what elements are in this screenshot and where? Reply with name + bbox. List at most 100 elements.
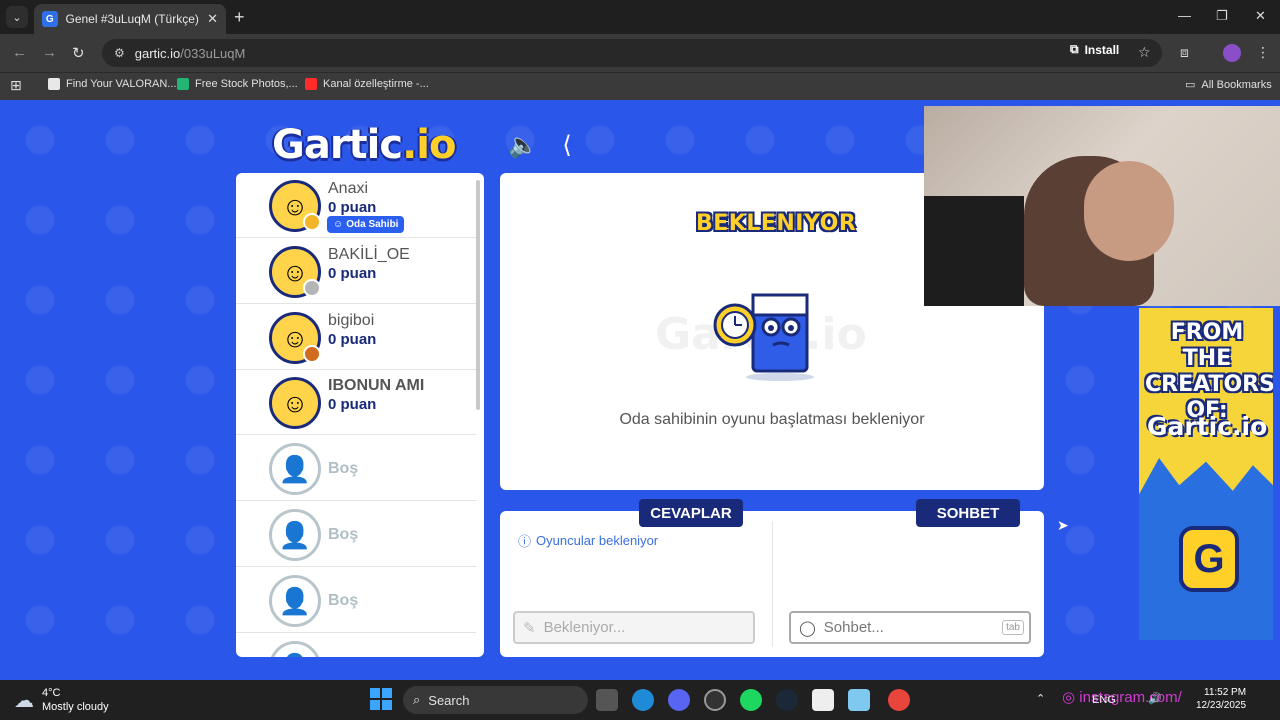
taskbar-search[interactable]: ⌕ Search	[403, 686, 588, 714]
pencil-icon: ✎	[523, 619, 536, 637]
crown-icon: ☺	[333, 219, 344, 230]
level-badge-icon	[303, 345, 321, 363]
restore-window-icon[interactable]: ❐	[1216, 8, 1228, 24]
tray-chevron-icon[interactable]: ⌃	[1036, 692, 1045, 705]
level-badge-icon	[303, 213, 321, 231]
back-arrow-icon[interactable]: ←	[12, 44, 27, 61]
empty-slot: 👤 Boş	[236, 502, 476, 567]
webcam-overlay	[924, 106, 1280, 306]
bookmark-valorant[interactable]: Find Your VALORAN...	[48, 78, 176, 90]
extensions-puzzle-icon[interactable]: ⧈	[1180, 44, 1189, 61]
bookmark-star-icon[interactable]: ☆	[1138, 44, 1151, 61]
ad-headline: FROM THE CREATORS OF:	[1145, 320, 1273, 423]
answers-info: ⓘ Oyuncular bekleniyor	[518, 533, 659, 549]
edge-icon[interactable]	[632, 689, 654, 711]
all-bookmarks[interactable]: ▭ All Bookmarks	[1185, 78, 1272, 92]
player-score: 0 puan	[328, 331, 377, 348]
player-list-scrollbar[interactable]	[476, 180, 480, 410]
player-list: ☺ Anaxi 0 puan ☺ Oda Sahibi ☺ BAKİLİ_OE 0…	[236, 173, 484, 657]
player-name: IBONUN AMI	[328, 377, 425, 394]
empty-slot: 👤 Boş	[236, 436, 476, 501]
status-title: BEKLENIYOR	[696, 211, 857, 236]
browser-menu-icon[interactable]: ⋮	[1256, 44, 1270, 61]
temperature: 4°C	[42, 687, 61, 699]
steam-icon[interactable]	[776, 689, 798, 711]
empty-avatar-icon: 👤	[269, 509, 321, 561]
reload-icon[interactable]: ↻	[72, 44, 85, 62]
browser-tab-active[interactable]: G Genel #3uLuqM (Türkçe) - Gartic.io ✕	[34, 4, 226, 34]
answer-input[interactable]: ✎ Bekleniyor...	[513, 611, 755, 644]
install-icon: ⧉	[1070, 42, 1079, 56]
volume-icon[interactable]: 🔊	[1148, 692, 1162, 705]
url-path: /033uLuqM	[180, 45, 246, 61]
gartic-logo[interactable]: Gartic.io	[272, 122, 456, 168]
folder-icon: ▭	[1185, 79, 1196, 91]
windows-taskbar: ☁ 4°C Mostly cloudy ⌕ Search ⌃ ◎ instagram…	[0, 680, 1280, 720]
empty-avatar-icon: 👤	[269, 641, 321, 657]
player-avatar: ☺	[269, 377, 321, 429]
webcam-face	[1084, 161, 1174, 261]
capcut-icon[interactable]	[812, 689, 834, 711]
empty-avatar-icon: 👤	[269, 575, 321, 627]
player-item[interactable]: ☺ bigiboi 0 puan	[236, 305, 476, 370]
status-message: Oda sahibinin oyunu başlatması bekleniyo…	[619, 411, 925, 428]
gartic-favicon-icon: G	[42, 11, 58, 27]
app-icon[interactable]	[704, 689, 726, 711]
chrome-icon[interactable]	[888, 689, 910, 711]
empty-slot: 👤	[236, 634, 476, 657]
apps-grid-icon[interactable]: ⊞	[10, 77, 22, 94]
minimize-window-icon[interactable]: —	[1178, 8, 1191, 23]
player-score: 0 puan	[328, 396, 377, 413]
level-badge-icon	[303, 279, 321, 297]
ad-logo: Gartic.io	[1147, 412, 1268, 441]
player-avatar: ☺	[269, 246, 321, 298]
instagram-icon: ◎	[1062, 689, 1076, 706]
answers-tab[interactable]: CEVAPLAR	[639, 499, 743, 527]
browser-tab-strip: ⌄ G Genel #3uLuqM (Türkçe) - Gartic.io ✕…	[0, 0, 1280, 34]
cloud-weather-icon: ☁	[14, 689, 34, 712]
chat-bubble-icon: ◯	[799, 619, 816, 637]
search-icon: ⌕	[413, 692, 421, 707]
side-advertisement[interactable]: FROM THE CREATORS OF: Gartic.io G	[1139, 308, 1273, 640]
chat-tab[interactable]: SOHBET	[916, 499, 1020, 527]
address-bar[interactable]: ⚙ gartic.io/033uLuqM	[102, 39, 1162, 67]
player-name: bigiboi	[328, 312, 375, 329]
player-item[interactable]: ☺ IBONUN AMI 0 puan	[236, 370, 476, 435]
forward-arrow-icon[interactable]: →	[42, 44, 57, 61]
chat-input[interactable]: ◯ Sohbet... tab	[789, 611, 1031, 644]
notepad-icon[interactable]	[848, 689, 870, 711]
empty-avatar-icon: 👤	[269, 443, 321, 495]
youtube-icon	[305, 78, 317, 90]
taskbar-clock[interactable]: 11:52 PM 12/23/2025	[1196, 686, 1246, 712]
weather-widget[interactable]: ☁ 4°C Mostly cloudy	[14, 686, 109, 714]
new-tab-plus-icon[interactable]: +	[234, 7, 245, 28]
start-windows-icon[interactable]	[370, 688, 392, 710]
site-info-icon[interactable]: ⚙	[114, 46, 125, 60]
player-item[interactable]: ☺ Anaxi 0 puan ☺ Oda Sahibi	[236, 173, 476, 238]
empty-slot: 👤 Boş	[236, 568, 476, 633]
tab-search-icon[interactable]: ⌄	[6, 6, 28, 28]
discord-icon[interactable]	[668, 689, 690, 711]
tab-title: Genel #3uLuqM (Türkçe) - Gartic.io	[65, 12, 202, 26]
task-view-icon[interactable]	[596, 689, 618, 711]
profile-avatar[interactable]	[1223, 44, 1241, 62]
sound-speaker-icon[interactable]: 🔈	[508, 130, 538, 160]
valorant-icon	[48, 78, 60, 90]
player-avatar: ☺	[269, 312, 321, 364]
player-avatar: ☺	[269, 180, 321, 232]
share-icon[interactable]: ⟨	[552, 130, 582, 160]
player-score: 0 puan	[328, 265, 377, 282]
bookmarks-bar: ⊞ Find Your VALORAN... Free Stock Photos…	[0, 72, 1280, 100]
install-app-button[interactable]: ⧉ Install	[1070, 42, 1119, 57]
close-window-icon[interactable]: ✕	[1255, 8, 1266, 24]
waiting-mascot-icon	[713, 293, 814, 381]
player-item[interactable]: ☺ BAKİLİ_OE 0 puan	[236, 239, 476, 304]
close-tab-icon[interactable]: ✕	[207, 11, 218, 27]
weather-condition: Mostly cloudy	[42, 701, 109, 713]
language-indicator[interactable]: ENG	[1092, 694, 1116, 706]
bookmark-youtube-channel[interactable]: Kanal özelleştirme -...	[305, 78, 429, 90]
bookmark-stock-photos[interactable]: Free Stock Photos,...	[177, 78, 298, 90]
spotify-icon[interactable]	[740, 689, 762, 711]
player-name: BAKİLİ_OE	[328, 246, 410, 263]
tab-key-hint: tab	[1002, 620, 1024, 635]
